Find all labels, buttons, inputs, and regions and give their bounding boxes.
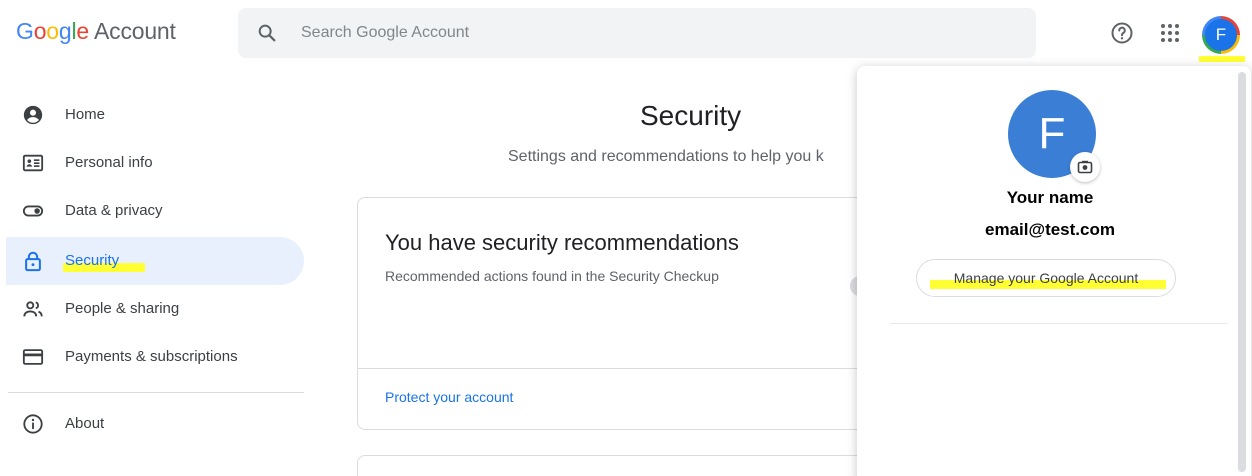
account-avatar-button[interactable]: F	[1202, 16, 1240, 54]
apps-grid-icon[interactable]	[1158, 21, 1182, 45]
popup-scrollbar[interactable]	[1238, 72, 1246, 472]
sidebar-item-security[interactable]: Security	[6, 237, 304, 285]
manage-button-label: Manage your Google Account	[953, 270, 1139, 286]
sidebar-item-about[interactable]: About	[6, 400, 304, 448]
account-email: email@test.com	[985, 220, 1115, 239]
sidebar-item-label: Home	[65, 106, 106, 123]
sidebar-item-payments[interactable]: Payments & subscriptions	[6, 333, 304, 381]
card-title: You have security recommendations	[385, 230, 739, 255]
camera-icon	[1077, 160, 1093, 174]
logo-suffix: Account	[94, 18, 176, 44]
protect-account-link[interactable]: Protect your account	[385, 389, 513, 405]
sidebar-item-label: Security	[65, 252, 120, 269]
search-bar[interactable]: Search Google Account	[238, 8, 1036, 58]
account-name: Your name	[1006, 188, 1094, 207]
page-subtitle: Settings and recommendations to help you…	[508, 148, 824, 165]
sidebar-item-label: Data & privacy	[65, 202, 163, 219]
help-icon[interactable]	[1110, 21, 1134, 45]
google-wordmark: Google	[16, 18, 89, 44]
popup-divider	[890, 323, 1228, 324]
credit-card-icon	[22, 349, 44, 365]
id-card-icon	[22, 154, 44, 172]
security-recommendations-card: You have security recommendations Recomm…	[357, 197, 877, 430]
sidebar-item-data-privacy[interactable]: Data & privacy	[6, 187, 304, 235]
lock-icon	[25, 251, 41, 272]
card-description: Recommended actions found in the Securit…	[385, 268, 719, 284]
search-input[interactable]: Search Google Account	[301, 24, 469, 42]
secondary-card	[357, 455, 877, 476]
sidebar-item-label: Personal info	[65, 154, 153, 171]
google-account-logo[interactable]: Google Account	[16, 18, 176, 45]
highlight-marker	[1199, 56, 1245, 62]
avatar-initial: F	[1205, 19, 1237, 51]
sidebar-item-home[interactable]: Home	[6, 91, 304, 139]
sidebar-divider	[8, 392, 304, 393]
sidebar-item-label: About	[65, 415, 105, 432]
search-icon[interactable]	[256, 22, 278, 44]
sidebar-item-personal-info[interactable]: Personal info	[6, 139, 304, 187]
manage-google-account-button[interactable]: Manage your Google Account	[916, 259, 1176, 297]
info-icon	[23, 414, 43, 434]
toggle-icon	[22, 205, 44, 217]
sidebar-item-people-sharing[interactable]: People & sharing	[6, 285, 304, 333]
sidebar-item-label: People & sharing	[65, 300, 180, 317]
card-divider	[358, 368, 876, 369]
sidebar-item-label: Payments & subscriptions	[65, 348, 238, 365]
app-header: Google Account Search Google Account F	[0, 0, 1252, 66]
change-photo-button[interactable]	[1070, 152, 1100, 182]
people-icon	[23, 301, 43, 317]
account-popup: F Your name email@test.com Manage your G…	[857, 66, 1251, 476]
account-circle-icon	[23, 105, 43, 125]
